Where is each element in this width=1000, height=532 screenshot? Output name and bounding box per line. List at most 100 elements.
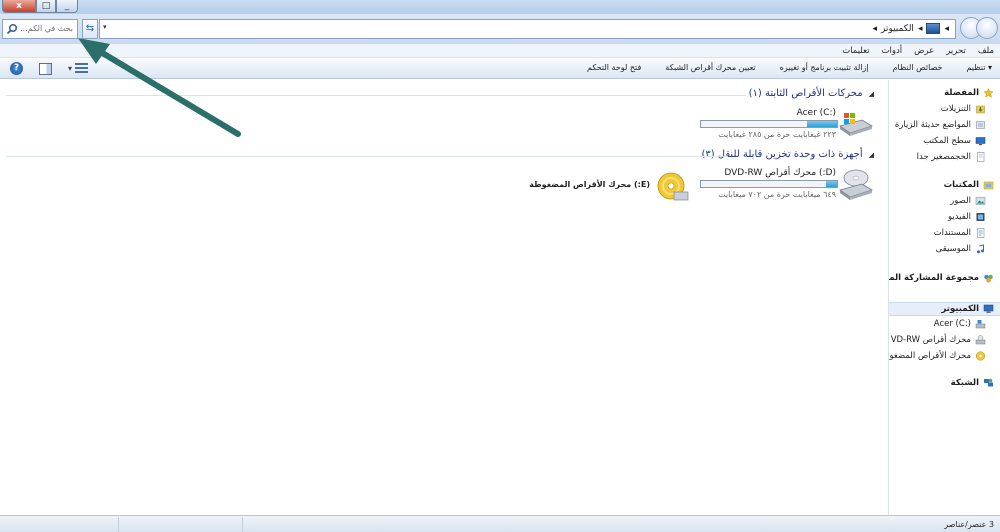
group-title: محركات الأقراص الثابتة (١) (748, 88, 863, 99)
breadcrumb-separator[interactable]: ◂ (944, 24, 949, 34)
view-dropdown-icon[interactable]: ▾ (68, 64, 72, 73)
nav-documents[interactable]: المستندات (934, 228, 986, 238)
nav-drive-e[interactable]: محرك الأقراص المضغو (890, 351, 986, 361)
libraries-folder-icon (983, 181, 994, 190)
view-list-icon (75, 63, 89, 74)
nav-drive-c[interactable]: Acer (C:) (934, 319, 986, 329)
drive-usage-bar (700, 180, 838, 188)
nav-label: الصور (950, 196, 971, 206)
breadcrumb-separator[interactable]: ◂ (872, 24, 877, 34)
change-view-button[interactable]: ▾ (68, 63, 90, 75)
dvd-drive-icon (839, 169, 873, 200)
nav-music[interactable]: الموسيقى (936, 244, 986, 254)
drive-free-space: ٢٢٣ غيغابايت حرة من ٢٨٥ غيغابايت (718, 130, 836, 139)
close-button[interactable]: x (2, 0, 36, 13)
drive-usage-fill (826, 181, 837, 187)
drive-name: (E:) محرك الأقراص المضغوطة (529, 180, 650, 189)
nav-label: المفضلة (944, 88, 979, 98)
cd-drive-icon (657, 172, 689, 201)
minimize-button[interactable]: _ (56, 0, 78, 13)
nav-label: الكمبيوتر (941, 304, 980, 314)
search-icon[interactable] (6, 23, 18, 35)
drive-free-space: ٦٤٩ ميغابايت حرة من ٧٠٢ ميغابايت (718, 190, 836, 199)
group-header-fixed[interactable]: ◢ محركات الأقراص الثابتة (١) (749, 88, 874, 99)
nav-label: سطح المكتب (923, 136, 971, 146)
menu-file[interactable]: ملف (978, 46, 994, 56)
recent-places-icon (976, 121, 985, 129)
star-icon (983, 88, 994, 98)
nav-item-other[interactable]: الحجمصغير جدا (917, 152, 986, 162)
menu-bar: ملف تحرير عرض أدوات تعليمات (0, 44, 1000, 58)
menu-view[interactable]: عرض (914, 46, 934, 56)
nav-label: الفيديو (947, 212, 971, 222)
back-button[interactable] (976, 17, 998, 39)
menu-edit[interactable]: تحرير (946, 46, 966, 56)
group-header-removable[interactable]: ◢ أجهزة ذات وحدة تخزين قابلة للنقل (٣) (701, 149, 874, 160)
window-controls: x □ _ (2, 0, 78, 13)
downloads-folder-icon (976, 105, 985, 114)
group-title: أجهزة ذات وحدة تخزين قابلة للنقل (٣) (701, 149, 863, 160)
map-network-drive-button[interactable]: تعيين محرك أقراص الشبكة (665, 63, 755, 72)
nav-pictures[interactable]: الصور (950, 196, 986, 206)
address-bar[interactable]: ▾ ◂ ◂ الكمبيوتر ◂ (99, 19, 956, 39)
computer-icon (926, 23, 941, 34)
menu-help[interactable]: تعليمات (842, 46, 869, 56)
search-input[interactable]: بحث في الكم... (20, 24, 73, 33)
breadcrumb-separator[interactable]: ◂ (918, 24, 923, 34)
nav-favorites[interactable]: المفضلة (944, 88, 994, 98)
nav-network[interactable]: الشبكة (951, 378, 994, 388)
nav-desktop[interactable]: سطح المكتب (923, 136, 986, 146)
nav-label: محرك الأقراص المضغو (889, 351, 971, 361)
nav-drive-d[interactable]: محرك أقراص VD-RW (891, 335, 986, 345)
nav-videos[interactable]: الفيديو (948, 212, 986, 222)
help-icon[interactable]: ? (10, 62, 23, 75)
address-dropdown-icon[interactable]: ▾ (103, 23, 107, 31)
drive-name: Acer (C:) (796, 108, 836, 118)
open-control-panel-button[interactable]: فتح لوحة التحكم (587, 63, 641, 72)
breadcrumb: ◂ ◂ الكمبيوتر ◂ (872, 23, 949, 34)
nav-label: محرك أقراص VD-RW (890, 335, 971, 345)
status-bar: 3 عنصر/عناصر (0, 515, 1000, 532)
organize-button[interactable]: تنظيم ▾ (966, 63, 992, 72)
hard-drive-icon (839, 113, 873, 136)
system-properties-button[interactable]: خصائص النظام (893, 63, 943, 72)
group-divider (6, 95, 746, 96)
command-bar: تنظيم ▾ خصائص النظام إزالة تثبيت برنامج … (0, 59, 1000, 79)
nav-label: المكتبات (943, 180, 979, 190)
menu-tools[interactable]: أدوات (882, 46, 903, 56)
nav-libraries[interactable]: المكتبات (944, 180, 994, 190)
nav-label: الموسيقى (935, 244, 971, 254)
preview-pane-icon[interactable] (39, 62, 52, 75)
nav-downloads[interactable]: التنزيلات (941, 104, 986, 114)
document-icon (977, 152, 985, 162)
videos-icon (976, 213, 985, 221)
nav-label: مجموعة المشاركة المنزل (889, 273, 979, 283)
status-divider (118, 517, 119, 532)
maximize-button[interactable]: □ (36, 0, 56, 13)
address-row: بحث في الكم... ⇆ ▾ ◂ ◂ الكمبيوتر ◂ (0, 14, 1000, 44)
item-count: 3 عنصر/عناصر (944, 520, 994, 529)
homegroup-icon (984, 274, 993, 283)
network-icon (984, 378, 993, 387)
collapse-icon[interactable]: ◢ (869, 90, 874, 98)
nav-label: الحجمصغير جدا (916, 152, 971, 162)
nav-homegroup[interactable]: مجموعة المشاركة المنزل (889, 273, 994, 283)
nav-label: Acer (C:) (933, 319, 971, 329)
refresh-button[interactable]: ⇆ (82, 19, 98, 39)
nav-computer[interactable]: الكمبيوتر (942, 304, 995, 314)
documents-icon (977, 228, 985, 238)
cd-drive-icon (975, 351, 986, 361)
navigation-pane: المفضلة التنزيلات المواضع حديثة الزيارة … (888, 80, 1000, 515)
desktop-icon (975, 137, 986, 146)
nav-recent-places[interactable]: المواضع حديثة الزيارة (895, 120, 986, 130)
music-icon (977, 244, 984, 254)
drive-usage-fill (807, 121, 837, 127)
uninstall-program-button[interactable]: إزالة تثبيت برنامج أو تغييره (780, 63, 869, 72)
search-box[interactable]: بحث في الكم... (2, 19, 78, 39)
dvd-drive-icon (975, 335, 986, 345)
content-pane: ◢ محركات الأقراص الثابتة (١) Acer (C:) ٢… (0, 80, 886, 515)
status-divider (242, 517, 243, 532)
drive-name: (D:) محرك أقراص DVD-RW (724, 168, 836, 178)
breadcrumb-computer[interactable]: الكمبيوتر (881, 24, 914, 34)
collapse-icon[interactable]: ◢ (869, 151, 874, 159)
